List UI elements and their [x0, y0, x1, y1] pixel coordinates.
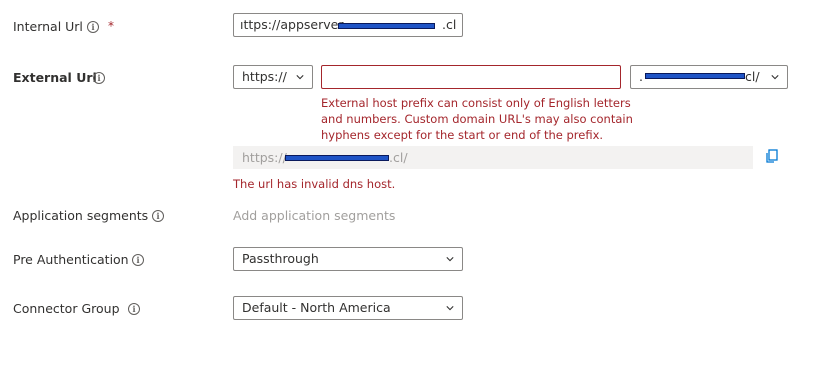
connector-group-value: Default - North America: [242, 300, 391, 315]
prefix-error-line: External host prefix can consist only of…: [321, 96, 631, 110]
chevron-down-icon: [446, 306, 454, 311]
prefix-error-line: and numbers. Custom domain URL's may als…: [321, 112, 633, 126]
chevron-down-icon: [446, 257, 454, 262]
info-icon[interactable]: i: [128, 303, 140, 315]
full-external-url-display: https:// .cl/: [233, 146, 753, 169]
domain-dropdown[interactable]: . cl/: [630, 65, 788, 89]
application-segments-label: Application segments: [13, 208, 149, 223]
redaction-bar: [645, 73, 745, 79]
pre-authentication-value: Passthrough: [242, 251, 319, 266]
prefix-error-line: hyphens except for the start or end of t…: [321, 128, 604, 142]
chevron-down-icon: [296, 75, 304, 80]
domain-value-prefix: .: [639, 69, 643, 84]
info-icon[interactable]: i: [152, 210, 164, 222]
internal-url-label: Internal Url: [13, 19, 83, 34]
info-icon[interactable]: i: [132, 254, 144, 266]
dns-error-message: The url has invalid dns host.: [233, 177, 396, 191]
info-icon[interactable]: i: [87, 21, 99, 33]
copy-icon[interactable]: [764, 148, 780, 164]
info-icon[interactable]: i: [93, 72, 105, 84]
pre-authentication-dropdown[interactable]: Passthrough: [233, 247, 463, 271]
redaction-bar: [338, 23, 435, 29]
scheme-value: https://: [242, 69, 287, 84]
external-host-prefix-input[interactable]: [321, 65, 621, 89]
required-marker: *: [108, 19, 114, 33]
domain-value-suffix: cl/: [745, 69, 760, 84]
prefix-error-message: External host prefix can consist only of…: [321, 95, 633, 143]
add-application-segments-link[interactable]: Add application segments: [233, 208, 395, 223]
full-url-suffix: .cl/: [389, 150, 408, 165]
full-url-prefix: https://: [242, 150, 287, 165]
redaction-bar: [285, 155, 389, 161]
pre-authentication-label: Pre Authentication: [13, 252, 129, 267]
internal-url-input[interactable]: ıttps://appserver .cl: [233, 13, 463, 37]
chevron-down-icon: [771, 75, 779, 80]
internal-url-value-suffix: .cl: [442, 17, 457, 32]
connector-group-dropdown[interactable]: Default - North America: [233, 296, 463, 320]
internal-url-value-prefix: ıttps://appserver: [240, 17, 344, 32]
external-url-label: External Url: [13, 70, 97, 85]
scheme-dropdown[interactable]: https://: [233, 65, 313, 89]
connector-group-label: Connector Group: [13, 301, 120, 316]
